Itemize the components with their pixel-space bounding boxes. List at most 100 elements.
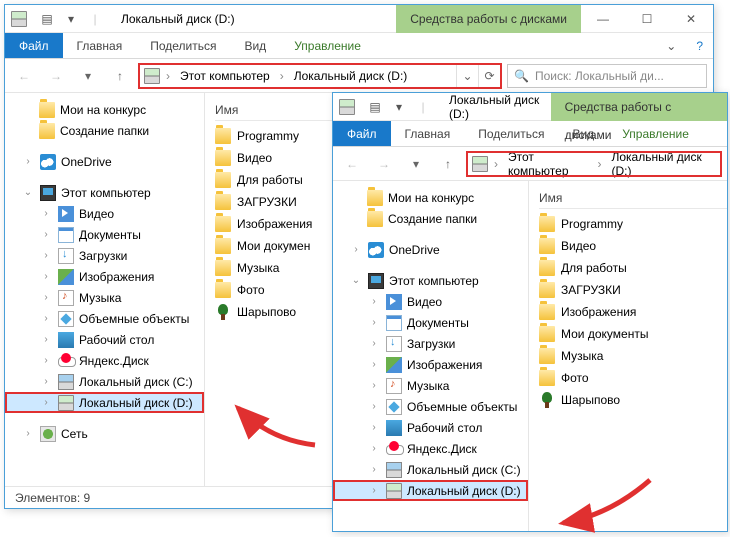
expand-icon[interactable]: › (349, 244, 363, 255)
address-bar[interactable]: › Этот компьютер › Локальный диск (D:) ⌄… (139, 64, 501, 88)
file-item[interactable]: Фото (539, 367, 727, 389)
nav-this-pc[interactable]: ⌄Этот компьютер (5, 182, 204, 203)
file-item[interactable]: Шарыпово (539, 389, 727, 411)
nav-quick-folder[interactable]: Создание папки (333, 208, 528, 229)
nav-videos[interactable]: ›Видео (5, 203, 204, 224)
nav-desktop[interactable]: ›Рабочий стол (5, 329, 204, 350)
folder-icon (215, 260, 231, 276)
breadcrumb-this-pc[interactable]: Этот компьютер (172, 65, 278, 87)
nav-drive-c[interactable]: ›Локальный диск (C:) (5, 371, 204, 392)
qat-dropdown-icon[interactable]: ▾ (61, 9, 81, 29)
nav-up-button[interactable]: ↑ (435, 151, 461, 177)
nav-recent-dropdown[interactable]: ▾ (403, 151, 429, 177)
file-list-pane[interactable]: Имя Programmy Видео Для работы ЗАГРУЗКИ … (529, 181, 727, 531)
qat-properties-icon[interactable]: ▤ (37, 9, 57, 29)
nav-images[interactable]: ›Изображения (5, 266, 204, 287)
file-item[interactable]: Изображения (539, 301, 727, 323)
nav-documents[interactable]: ›Документы (333, 312, 528, 333)
expand-icon[interactable]: › (21, 156, 35, 167)
file-item[interactable]: Музыка (539, 345, 727, 367)
nav-images[interactable]: ›Изображения (333, 354, 528, 375)
qat-dropdown-icon[interactable]: ▾ (389, 97, 409, 117)
minimize-button[interactable]: — (581, 5, 625, 33)
navigation-pane: Мои на конкурс Создание папки ›OneDrive … (5, 93, 205, 486)
folder-icon (539, 238, 555, 254)
breadcrumb-drive-d[interactable]: Локальный диск (D:) (286, 65, 416, 87)
file-item[interactable]: Programmy (539, 213, 727, 235)
address-dropdown-icon[interactable]: ⌄ (456, 65, 478, 87)
maximize-button[interactable]: ☐ (625, 5, 669, 33)
file-item[interactable]: Мои документы (539, 323, 727, 345)
nav-onedrive[interactable]: ›OneDrive (5, 151, 204, 172)
tab-view[interactable]: Вид (230, 33, 280, 58)
refresh-icon[interactable]: ⟳ (478, 65, 500, 87)
breadcrumb-drive-d[interactable]: Локальный диск (D:) (603, 153, 720, 175)
nav-downloads[interactable]: ›Загрузки (333, 333, 528, 354)
titlebar[interactable]: ▤ ▾ | Локальный диск (D:) Средства работ… (333, 93, 727, 121)
nav-recent-dropdown[interactable]: ▾ (75, 63, 101, 89)
column-header-name[interactable]: Имя (539, 187, 727, 209)
tab-home[interactable]: Главная (63, 33, 137, 58)
qat-properties-icon[interactable]: ▤ (365, 97, 385, 117)
address-bar[interactable]: › Этот компьютер › Локальный диск (D:) (467, 152, 721, 176)
qat-separator: | (85, 9, 105, 29)
tab-home[interactable]: Главная (391, 121, 465, 146)
chevron-right-icon[interactable]: › (278, 69, 286, 83)
tab-file[interactable]: Файл (333, 121, 391, 146)
nav-back-button[interactable]: ← (339, 151, 365, 177)
nav-3d-objects[interactable]: ›Объемные объекты (5, 308, 204, 329)
nav-music[interactable]: ›Музыка (333, 375, 528, 396)
download-icon (386, 336, 402, 352)
nav-network[interactable]: ›Сеть (5, 423, 204, 444)
yandex-disk-icon (58, 353, 74, 369)
nav-forward-button[interactable]: → (43, 63, 69, 89)
nav-yandex-disk[interactable]: ›Яндекс.Диск (5, 350, 204, 371)
chevron-right-icon[interactable]: › (595, 157, 603, 171)
nav-documents[interactable]: ›Документы (5, 224, 204, 245)
tab-share[interactable]: Поделиться (464, 121, 558, 146)
titlebar[interactable]: ▤ ▾ | Локальный диск (D:) Средства работ… (5, 5, 713, 33)
nav-up-button[interactable]: ↑ (107, 63, 133, 89)
file-item[interactable]: Для работы (539, 257, 727, 279)
breadcrumb-this-pc[interactable]: Этот компьютер (500, 153, 595, 175)
tab-share[interactable]: Поделиться (136, 33, 230, 58)
ribbon-expand-icon[interactable]: ⌄ (656, 33, 686, 58)
nav-drive-d[interactable]: ›Локальный диск (D:) (5, 392, 204, 413)
help-icon[interactable]: ? (686, 33, 713, 58)
nav-drive-d[interactable]: ›Локальный диск (D:) (333, 480, 528, 501)
nav-desktop[interactable]: ›Рабочий стол (333, 417, 528, 438)
drive-icon (386, 483, 402, 499)
file-item[interactable]: Видео (539, 235, 727, 257)
tab-file[interactable]: Файл (5, 33, 63, 58)
chevron-right-icon[interactable]: › (164, 69, 172, 83)
folder-icon (215, 216, 231, 232)
tab-view[interactable]: Вид (558, 121, 608, 146)
music-icon (58, 290, 74, 306)
chevron-right-icon[interactable]: › (492, 157, 500, 171)
music-icon (386, 378, 402, 394)
nav-yandex-disk[interactable]: ›Яндекс.Диск (333, 438, 528, 459)
collapse-icon[interactable]: ⌄ (21, 187, 35, 198)
nav-quick-folder[interactable]: Мои на конкурс (5, 99, 204, 120)
nav-back-button[interactable]: ← (11, 63, 37, 89)
nav-downloads[interactable]: ›Загрузки (5, 245, 204, 266)
search-input[interactable]: 🔍 Поиск: Локальный ди... (507, 64, 707, 88)
collapse-icon[interactable]: ⌄ (349, 275, 363, 286)
nav-quick-folder[interactable]: Создание папки (5, 120, 204, 141)
nav-3d-objects[interactable]: ›Объемные объекты (333, 396, 528, 417)
search-placeholder: Поиск: Локальный ди... (535, 69, 664, 83)
nav-drive-c[interactable]: ›Локальный диск (C:) (333, 459, 528, 480)
tab-manage[interactable]: Управление (280, 33, 375, 58)
nav-quick-folder[interactable]: Мои на конкурс (333, 187, 528, 208)
nav-videos[interactable]: ›Видео (333, 291, 528, 312)
close-button[interactable]: ✕ (669, 5, 713, 33)
tab-manage[interactable]: Управление (608, 121, 703, 146)
search-icon: 🔍 (514, 69, 529, 83)
file-item[interactable]: ЗАГРУЗКИ (539, 279, 727, 301)
folder-icon (215, 194, 231, 210)
nav-onedrive[interactable]: ›OneDrive (333, 239, 528, 260)
folder-icon (215, 150, 231, 166)
nav-forward-button[interactable]: → (371, 151, 397, 177)
nav-this-pc[interactable]: ⌄Этот компьютер (333, 270, 528, 291)
nav-music[interactable]: ›Музыка (5, 287, 204, 308)
